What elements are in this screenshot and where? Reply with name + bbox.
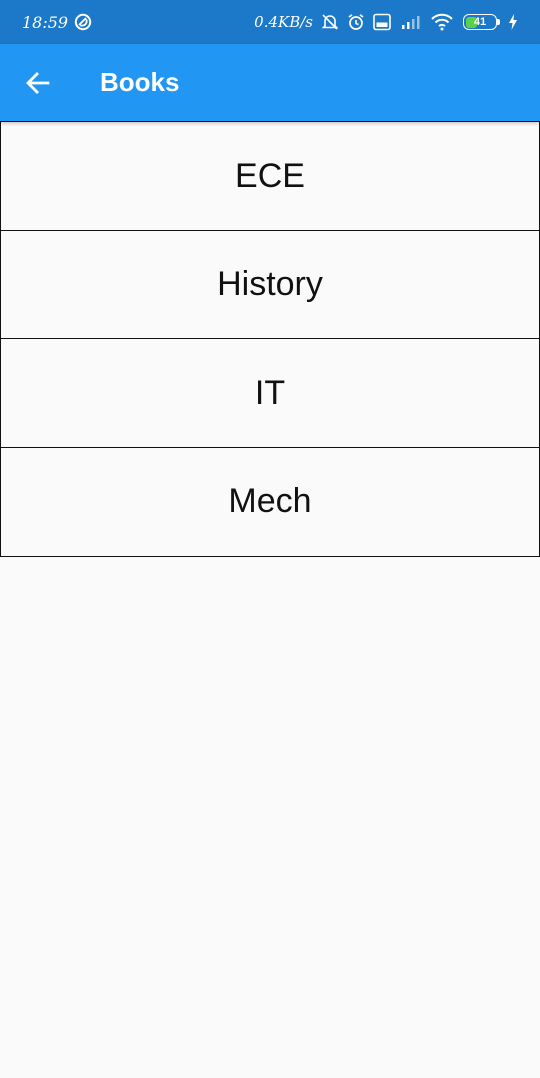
list-item-history[interactable]: History — [0, 229, 540, 340]
charging-icon — [508, 14, 518, 30]
volte-icon — [373, 13, 391, 31]
alarm-icon — [347, 13, 365, 31]
app-bar: Books — [0, 44, 540, 121]
back-button[interactable] — [0, 44, 76, 121]
battery-level: 41 — [473, 15, 487, 28]
network-speed: 0.4KB/s — [254, 13, 313, 31]
list-item-mech[interactable]: Mech — [0, 446, 540, 557]
battery-tip — [497, 19, 500, 25]
category-list: ECE History IT Mech — [0, 121, 540, 557]
mute-icon — [321, 13, 339, 31]
app-notification-icon — [74, 13, 92, 31]
cellular-signal-icon — [399, 13, 423, 31]
arrow-left-icon — [25, 70, 51, 96]
list-item-label: Mech — [228, 482, 312, 520]
battery-icon: 41 — [461, 14, 500, 30]
status-time: 18:59 — [22, 12, 69, 32]
list-item-it[interactable]: IT — [0, 338, 540, 448]
battery: 41 — [463, 14, 497, 30]
status-bar: 18:59 0.4KB/s 41 — [0, 0, 540, 44]
list-item-label: ECE — [235, 156, 305, 195]
list-item-label: IT — [254, 373, 286, 412]
wifi-icon — [431, 13, 453, 31]
status-right: 0.4KB/s 41 — [254, 13, 518, 31]
list-item-ece[interactable]: ECE — [0, 121, 540, 231]
page-title: Books — [100, 67, 180, 97]
status-left: 18:59 — [22, 13, 92, 32]
list-item-label: History — [217, 265, 323, 303]
